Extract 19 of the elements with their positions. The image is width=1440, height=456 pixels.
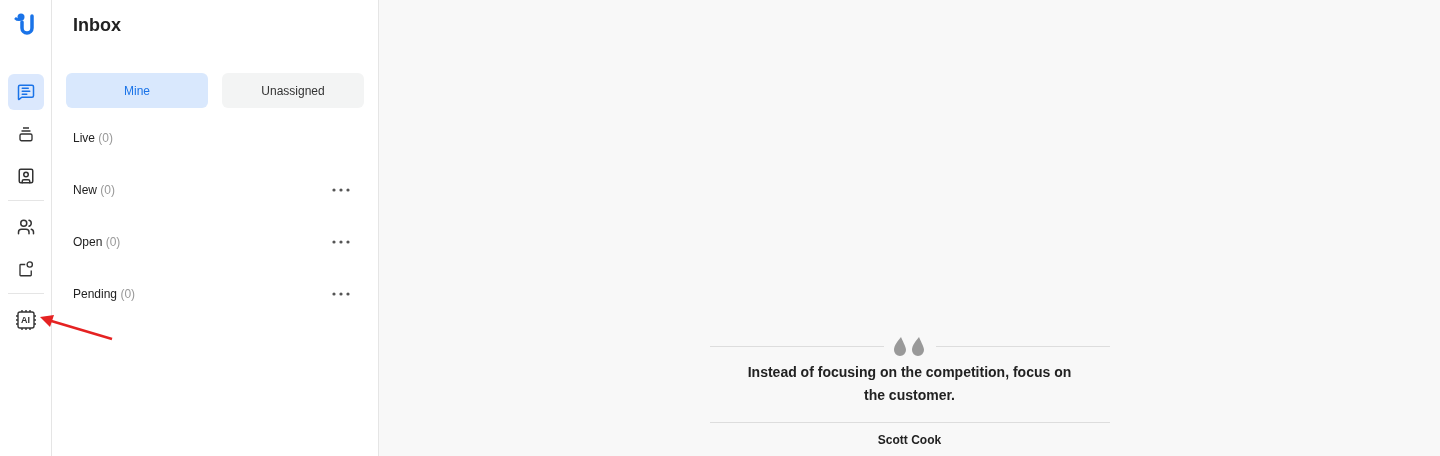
more-icon[interactable] [332,240,350,244]
filter-tab[interactable]: Unassigned [222,73,364,108]
chip-icon: AI [14,309,37,331]
folder-label[interactable]: New (0) [73,181,116,199]
more-icon[interactable] [332,292,350,296]
filter-tab[interactable]: Mine [66,73,208,108]
quote-author: Scott Cook [877,432,942,449]
folder-label[interactable]: Open (0) [73,233,121,251]
people-icon [16,218,35,236]
nav-button[interactable]: AI [7,302,44,338]
quote-text: Instead of focusing on the competition, focus on the customer. [746,363,1073,405]
contact-card-icon [16,167,35,185]
more-icon[interactable] [332,188,350,192]
square-circle-icon [16,260,35,278]
chat-icon [16,83,35,101]
stack-icon [16,125,35,143]
folder-label[interactable]: Pending (0) [73,285,136,303]
folder-label[interactable]: Live (0) [73,129,114,147]
panel-title: Inbox [73,14,122,37]
